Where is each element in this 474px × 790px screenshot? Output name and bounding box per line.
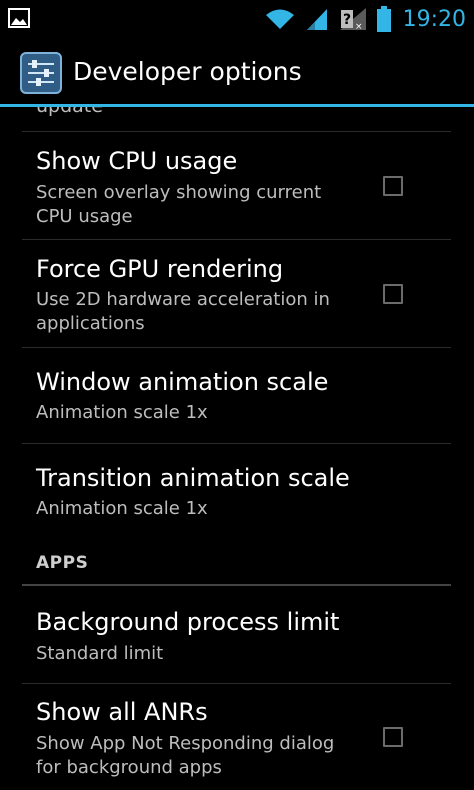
- pref-title: Force GPU rendering: [36, 255, 284, 283]
- battery-icon: [376, 6, 391, 32]
- svg-text:?: ?: [343, 12, 351, 28]
- pref-summary: Show App Not Responding dialog for backg…: [36, 733, 335, 778]
- pref-title: Background process limit: [36, 608, 340, 636]
- wifi-icon: [265, 9, 294, 29]
- pref-summary: Screen overlay showing current CPU usage: [36, 182, 322, 227]
- status-bar: ? × 19:20: [0, 0, 474, 38]
- pref-summary: Use 2D hardware acceleration in applicat…: [36, 289, 330, 334]
- preference-list[interactable]: update Show CPU usage Screen overlay sho…: [0, 107, 474, 790]
- divider: [22, 443, 451, 444]
- status-icons: ? × 19:20: [265, 4, 466, 34]
- picture-icon: [8, 8, 30, 28]
- pref-summary: Animation scale 1x: [36, 498, 208, 519]
- pref-title: Show all ANRs: [36, 698, 208, 726]
- pref-title: Show CPU usage: [36, 147, 238, 175]
- divider: [22, 683, 451, 684]
- pref-summary: Standard limit: [36, 643, 164, 664]
- clock: 19:20: [402, 6, 466, 32]
- section-header-apps: APPS: [36, 553, 89, 573]
- show-all-anrs-checkbox[interactable]: [383, 727, 403, 747]
- divider: [22, 131, 451, 132]
- pref-title: Window animation scale: [36, 368, 329, 396]
- signal-icon: [306, 9, 327, 30]
- pref-title: Transition animation scale: [36, 464, 350, 492]
- show-cpu-usage-checkbox[interactable]: [383, 176, 403, 196]
- divider: [22, 347, 451, 348]
- divider: [22, 239, 451, 240]
- pref-summary: Animation scale 1x: [36, 402, 208, 423]
- no-sim-icon: ? ×: [339, 8, 366, 31]
- force-gpu-rendering-checkbox[interactable]: [383, 284, 403, 304]
- svg-text:×: ×: [355, 22, 363, 31]
- section-divider: [22, 584, 451, 586]
- settings-sliders-icon[interactable]: [20, 52, 62, 94]
- cut-off-summary: update: [36, 107, 103, 117]
- page-title: Developer options: [73, 57, 302, 86]
